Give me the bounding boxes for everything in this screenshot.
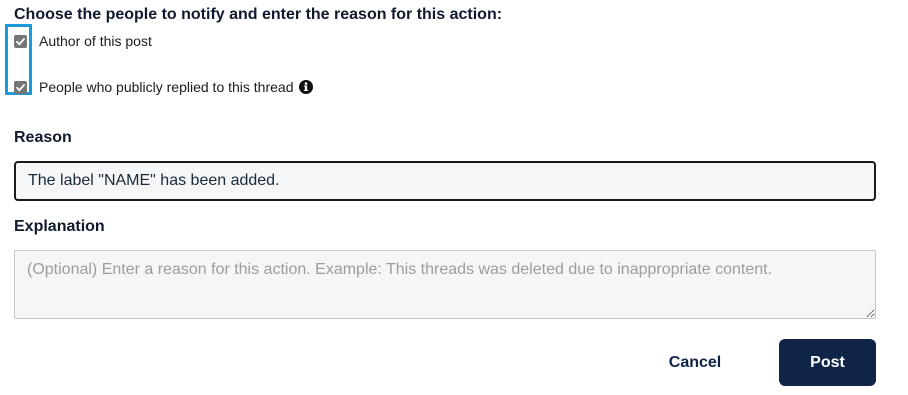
notify-option-author[interactable]: Author of this post <box>14 33 152 49</box>
info-icon[interactable] <box>298 80 313 94</box>
author-option-label: Author of this post <box>39 33 152 49</box>
reason-input[interactable] <box>14 161 876 201</box>
repliers-checkbox[interactable] <box>14 80 27 94</box>
reason-label: Reason <box>14 129 72 146</box>
repliers-option-label: People who publicly replied to this thre… <box>39 79 294 95</box>
cancel-button[interactable]: Cancel <box>648 340 742 385</box>
checkmark-icon <box>16 83 25 91</box>
author-checkbox[interactable] <box>14 34 27 48</box>
checkmark-icon <box>16 37 25 45</box>
notify-heading: Choose the people to notify and enter th… <box>14 6 503 23</box>
explanation-label: Explanation <box>14 218 105 235</box>
notify-option-repliers[interactable]: People who publicly replied to this thre… <box>14 79 313 95</box>
post-button[interactable]: Post <box>779 339 876 386</box>
explanation-input[interactable] <box>14 250 876 319</box>
